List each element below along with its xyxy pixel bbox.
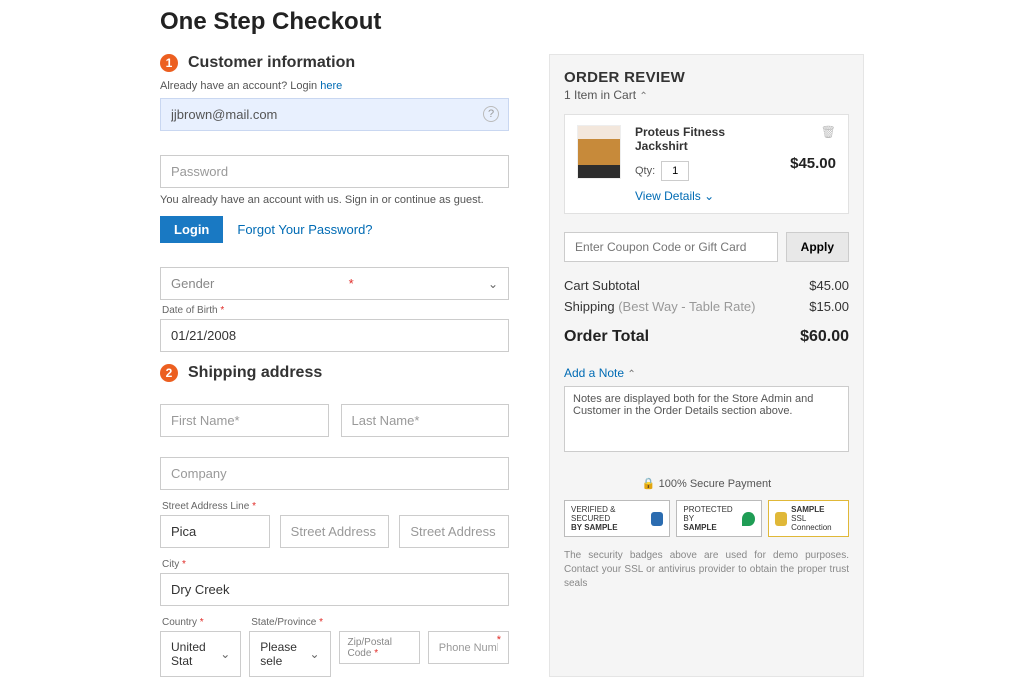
secure-payment-label: 🔒 100% Secure Payment xyxy=(564,477,849,490)
already-account-hint: Already have an account? Login here xyxy=(160,80,509,92)
city-label: City * xyxy=(162,559,509,570)
shipping-method: (Best Way - Table Rate) xyxy=(615,299,756,314)
last-name-field[interactable] xyxy=(341,404,510,437)
page-title: One Step Checkout xyxy=(160,8,864,36)
gender-select[interactable]: Gender* ⌄ xyxy=(160,267,509,300)
chevron-down-icon: ⌄ xyxy=(309,647,319,661)
login-button[interactable]: Login xyxy=(160,216,223,243)
caret-up-icon: ⌃ xyxy=(627,369,635,380)
step-customer-heading: 1 Customer information xyxy=(160,54,509,72)
add-note-toggle[interactable]: Add a Note ⌃ xyxy=(564,366,849,380)
zip-field[interactable]: Zip/Postal Code * xyxy=(339,631,420,664)
shipping-value: $15.00 xyxy=(809,299,849,314)
qty-label: Qty: xyxy=(635,165,655,177)
qty-input[interactable] xyxy=(661,161,689,181)
item-price: $45.00 xyxy=(790,155,836,172)
company-field[interactable] xyxy=(160,457,509,490)
login-here-link[interactable]: here xyxy=(320,80,342,92)
cart-item: Proteus Fitness Jackshirt Qty: View Deta… xyxy=(564,114,849,214)
step-shipping-heading: 2 Shipping address xyxy=(160,364,509,382)
step-title-shipping: Shipping address xyxy=(188,364,322,382)
product-name: Proteus Fitness Jackshirt xyxy=(635,125,776,153)
order-total-value: $60.00 xyxy=(800,328,849,346)
items-in-cart-toggle[interactable]: 1 Item in Cart ⌃ xyxy=(564,88,849,102)
trust-badges: VERIFIED & SECUREDBY SAMPLE PROTECTED BY… xyxy=(564,500,849,537)
password-field[interactable] xyxy=(160,155,509,188)
dob-label: Date of Birth * xyxy=(162,305,509,316)
street3-field[interactable] xyxy=(399,515,509,548)
country-select[interactable]: United Stat⌄ xyxy=(160,631,241,677)
badge-disclaimer: The security badges above are used for d… xyxy=(564,549,849,591)
city-field[interactable] xyxy=(160,573,509,606)
lock-icon: 🔒 xyxy=(642,478,656,490)
street1-field[interactable] xyxy=(160,515,270,548)
street2-field[interactable] xyxy=(280,515,390,548)
badge-verified: VERIFIED & SECUREDBY SAMPLE xyxy=(564,500,670,537)
shipping-label: Shipping xyxy=(564,299,615,314)
step-title-customer: Customer information xyxy=(188,54,355,72)
subtotal-label: Cart Subtotal xyxy=(564,278,640,293)
step-number-2: 2 xyxy=(160,364,178,382)
remove-item-icon[interactable]: 🗑 xyxy=(821,125,836,139)
first-name-field[interactable] xyxy=(160,404,329,437)
step-number-1: 1 xyxy=(160,54,178,72)
order-total-label: Order Total xyxy=(564,328,649,346)
email-field[interactable] xyxy=(160,98,509,131)
state-select[interactable]: Please sele⌄ xyxy=(249,631,330,677)
order-note-textarea[interactable] xyxy=(564,386,849,452)
badge-antivirus: PROTECTED BYSAMPLE xyxy=(676,500,761,537)
state-label: State/Province * xyxy=(251,617,330,628)
forgot-password-link[interactable]: Forgot Your Password? xyxy=(237,222,372,237)
help-icon[interactable]: ? xyxy=(483,106,499,122)
chevron-down-icon: ⌄ xyxy=(220,647,230,661)
view-details-link[interactable]: View Details ⌄ xyxy=(635,189,776,203)
coupon-input[interactable] xyxy=(564,232,778,262)
chevron-down-icon: ⌄ xyxy=(704,189,714,203)
apply-coupon-button[interactable]: Apply xyxy=(786,232,849,262)
order-review-panel: ORDER REVIEW 1 Item in Cart ⌃ Proteus Fi… xyxy=(549,54,864,677)
order-review-title: ORDER REVIEW xyxy=(564,69,849,86)
product-thumbnail xyxy=(577,125,621,179)
badge-ssl: SAMPLESSL Connection xyxy=(768,500,849,537)
subtotal-value: $45.00 xyxy=(809,278,849,293)
dob-field[interactable] xyxy=(160,319,509,352)
street-label: Street Address Line * xyxy=(162,501,509,512)
signin-hint: You already have an account with us. Sig… xyxy=(160,194,509,206)
caret-up-icon: ⌃ xyxy=(639,91,647,102)
country-label: Country * xyxy=(162,617,241,628)
chevron-down-icon: ⌄ xyxy=(488,277,498,291)
